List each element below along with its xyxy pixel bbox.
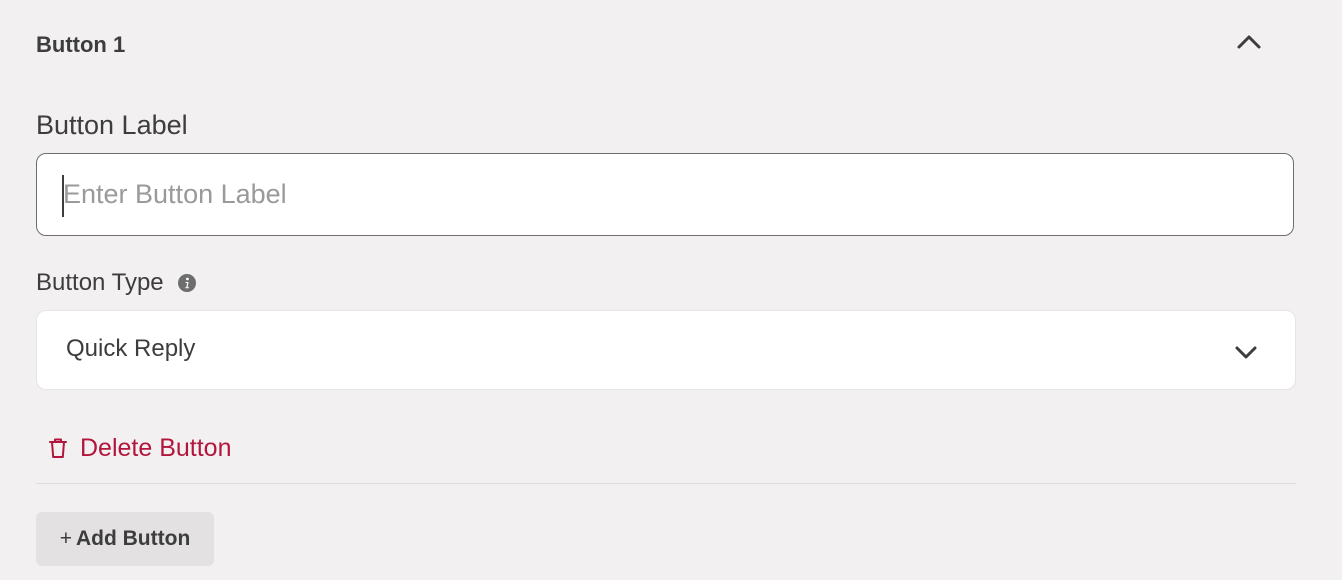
button-type-selected-value: Quick Reply [66,335,196,362]
delete-button[interactable]: Delete Button [48,430,232,466]
delete-button-label: Delete Button [80,433,232,462]
button-label-input[interactable] [36,153,1294,236]
info-icon[interactable] [177,274,196,292]
plus-icon: + [59,527,72,550]
add-button[interactable]: + Add Button [36,512,214,566]
text-caret [62,175,64,217]
divider [36,483,1296,484]
button-type-label-row: Button Type [36,268,196,298]
chevron-down-icon [1235,346,1257,359]
chevron-up-icon [1237,35,1261,49]
trash-icon [49,438,67,458]
button-section-header: Button 1 [36,28,1296,64]
button-type-heading: Button Type [36,269,164,296]
collapse-button[interactable] [1232,28,1266,56]
section-title: Button 1 [36,32,126,57]
button-label-heading: Button Label [36,110,188,140]
add-button-label: Add Button [75,527,191,550]
button-type-select[interactable]: Quick Reply [36,310,1296,390]
